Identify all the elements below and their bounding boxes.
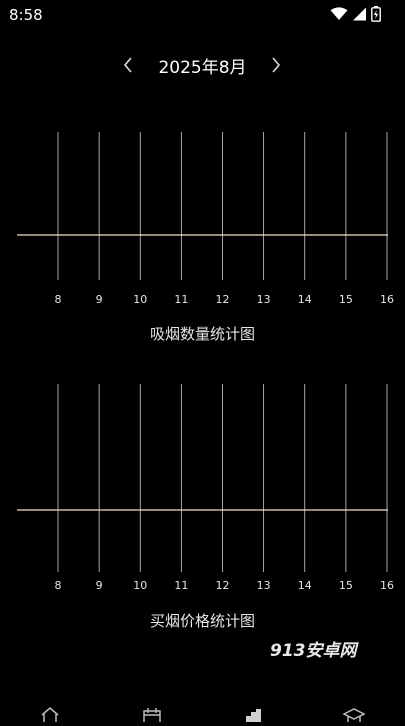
x-tick-label: 12 xyxy=(216,579,230,592)
x-tick-label: 14 xyxy=(298,579,312,592)
next-month-button[interactable] xyxy=(261,50,291,80)
wifi-icon xyxy=(330,7,348,20)
x-tick-label: 16 xyxy=(380,293,394,306)
x-tick-label: 8 xyxy=(55,579,62,592)
battery-charging-icon xyxy=(371,6,381,22)
x-tick-label: 13 xyxy=(257,293,271,306)
smoking-count-chart: 8 9 10 11 12 13 14 15 16 吸烟数量统计图 xyxy=(0,120,405,350)
x-tick-label: 11 xyxy=(174,579,188,592)
x-tick-label: 10 xyxy=(133,293,147,306)
chart-title: 吸烟数量统计图 xyxy=(149,325,255,343)
purchase-price-chart: 8 9 10 11 12 13 14 15 16 买烟价格统计图 xyxy=(0,372,405,642)
x-tick-label: 9 xyxy=(96,579,103,592)
x-tick-label: 13 xyxy=(257,579,271,592)
chevron-right-icon xyxy=(272,57,281,73)
x-tick-label: 12 xyxy=(216,293,230,306)
status-bar: 8:58 xyxy=(0,0,405,28)
signal-icon xyxy=(353,7,366,21)
x-tick-label: 10 xyxy=(133,579,147,592)
purchase-price-chart-plot: 8 9 10 11 12 13 14 15 16 xyxy=(17,384,394,592)
x-tick-label: 8 xyxy=(55,293,62,306)
chart-title: 买烟价格统计图 xyxy=(149,612,255,630)
x-tick-label: 11 xyxy=(174,293,188,306)
month-title: 2025年8月 xyxy=(158,58,247,78)
x-tick-label: 15 xyxy=(339,579,353,592)
x-tick-label: 15 xyxy=(339,293,353,306)
watermark: 913安卓网 xyxy=(270,641,357,661)
x-tick-label: 14 xyxy=(298,293,312,306)
x-tick-label: 9 xyxy=(96,293,103,306)
bottom-navigation xyxy=(0,702,405,724)
status-time: 8:58 xyxy=(9,6,43,24)
x-tick-label: 16 xyxy=(380,579,394,592)
month-navigator: 2025年8月 xyxy=(0,50,405,80)
status-icons xyxy=(330,5,381,23)
smoking-count-chart-plot: 8 9 10 11 12 13 14 15 16 xyxy=(17,132,394,306)
